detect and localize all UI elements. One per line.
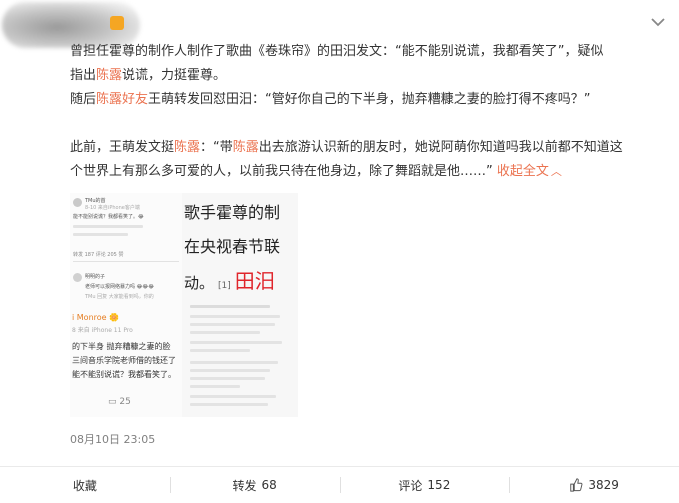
collect-button[interactable]: 收藏	[0, 467, 170, 503]
post-line-4: 此前，王萌发文挺陈露：“带陈露出去旅游认识新的朋友时，她说阿萌你知道吗我以前都不…	[70, 140, 623, 155]
action-toolbar: 收藏 转发 68 评论 152 3829	[0, 466, 679, 503]
post-line-3: 随后陈露好友王萌转发回怼田汨：“管好你自己的下半身，抛弃糟糠之妻的脸打得不疼吗？…	[70, 92, 591, 107]
post-line-1: 曾担任霍尊的制作人制作了歌曲《卷珠帘》的田汨发文：“能不能别说谎，我都看笑了”，…	[70, 44, 604, 59]
avatar	[73, 273, 82, 282]
repost-button[interactable]: 转发 68	[169, 467, 340, 503]
collapse-text-button[interactable]: 收起全文 ︿	[497, 164, 562, 179]
chevron-up-icon: ︿	[550, 165, 562, 178]
keyword-link[interactable]: 陈露	[233, 140, 259, 155]
weibo-post-card: 曾担任霍尊的制作人制作了歌曲《卷珠帘》的田汨发文：“能不能别说谎，我都看笑了”，…	[0, 0, 679, 502]
post-timestamp[interactable]: 08月10日 23:05	[70, 431, 155, 447]
screenshot-weibo-comments: TMu的首 8-10 来自iPhone客户端 能不能别说谎？我都看笑了。😂 转发…	[70, 193, 182, 417]
keyword-link[interactable]: 陈露好友	[96, 92, 148, 107]
avatar	[73, 198, 82, 207]
post-line-2: 指出陈露说谎，力挺霍尊。	[70, 68, 227, 83]
like-button[interactable]: 3829	[509, 467, 679, 503]
chevron-down-icon[interactable]	[646, 10, 670, 34]
thumbs-up-icon	[570, 478, 583, 492]
comment-button[interactable]: 评论 152	[339, 467, 510, 503]
keyword-link[interactable]: 陈露	[174, 140, 200, 155]
screenshot-wiki-article: 歌手霍尊的制 在央视春节联 动。 [1] 田汨	[182, 193, 298, 417]
post-line-5: 个世界上有那么多可爱的人，以前我只待在他身边，除了舞蹈就是他……” 收起全文 ︿	[70, 160, 672, 184]
post-image[interactable]: TMu的首 8-10 来自iPhone客户端 能不能别说谎？我都看笑了。😂 转发…	[70, 193, 298, 417]
vip-badge-icon	[110, 16, 124, 30]
post-text: 曾担任霍尊的制作人制作了歌曲《卷珠帘》的田汨发文：“能不能别说谎，我都看笑了”，…	[70, 40, 672, 184]
comment-count: ▭ 25	[108, 397, 131, 407]
keyword-link[interactable]: 陈露	[96, 68, 122, 83]
